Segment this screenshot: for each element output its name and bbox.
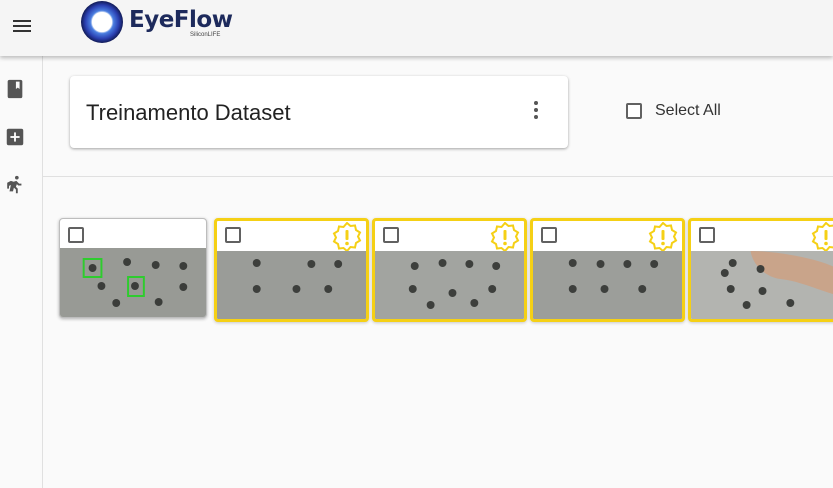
page-title: Treinamento Dataset — [86, 100, 291, 125]
eyeflow-logo[interactable]: EyeFlow SiliconLIFE — [80, 0, 233, 44]
select-all-checkbox[interactable] — [626, 103, 642, 119]
hamburger-menu-icon[interactable] — [10, 14, 34, 38]
logo-eye-icon — [81, 1, 123, 43]
dataset-image — [533, 251, 682, 319]
app-toolbar: EyeFlow SiliconLIFE — [0, 0, 833, 56]
image-select-checkbox[interactable] — [541, 227, 557, 243]
image-thumbnail[interactable] — [214, 218, 369, 322]
more-vertical-icon[interactable] — [528, 98, 544, 122]
alert-badge-icon — [648, 222, 678, 252]
book-icon[interactable] — [4, 78, 26, 100]
alert-badge-icon — [332, 222, 362, 252]
image-select-checkbox[interactable] — [225, 227, 241, 243]
side-nav — [0, 56, 43, 488]
image-thumbnail[interactable] — [59, 218, 207, 318]
dataset-image — [217, 251, 366, 319]
image-select-checkbox[interactable] — [699, 227, 715, 243]
image-thumbnail[interactable] — [530, 218, 685, 322]
image-thumbnail[interactable] — [372, 218, 527, 322]
dataset-image — [691, 251, 833, 319]
dataset-image — [375, 251, 524, 319]
alert-badge-icon — [490, 222, 520, 252]
dataset-header-card: Treinamento Dataset — [70, 76, 568, 148]
dataset-image — [60, 248, 206, 317]
select-all-control[interactable]: Select All — [626, 102, 721, 120]
alert-badge-icon — [811, 222, 833, 252]
image-select-checkbox[interactable] — [383, 227, 399, 243]
add-box-icon[interactable] — [4, 126, 26, 148]
logo-wordmark: EyeFlow — [129, 7, 233, 33]
image-select-checkbox[interactable] — [68, 227, 84, 243]
main-content: Treinamento Dataset Select All — [43, 56, 833, 488]
select-all-label: Select All — [655, 102, 721, 119]
image-thumbnail[interactable] — [688, 218, 833, 322]
image-gallery — [57, 218, 833, 322]
running-person-icon[interactable] — [4, 174, 26, 196]
logo-subtext: SiliconLIFE — [190, 32, 221, 38]
divider — [43, 176, 833, 177]
